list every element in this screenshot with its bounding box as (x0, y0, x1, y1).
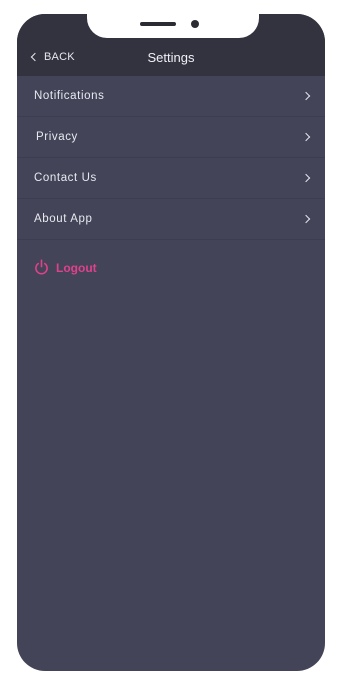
menu-item-label: Contact Us (34, 172, 97, 184)
menu-item-about-app[interactable]: About App (17, 199, 325, 240)
chevron-right-icon (301, 173, 311, 183)
power-icon (35, 259, 48, 275)
chevron-right-icon (301, 132, 311, 142)
menu-item-label: Notifications (34, 90, 105, 102)
device-notch (87, 14, 259, 38)
settings-menu: Notifications Privacy Contact Us About A… (17, 76, 325, 240)
menu-item-contact-us[interactable]: Contact Us (17, 158, 325, 199)
menu-item-label: About App (34, 213, 93, 225)
phone-frame: BACK Settings Notifications Privacy Cont… (17, 14, 325, 671)
menu-item-notifications[interactable]: Notifications (17, 76, 325, 117)
logout-label: Logout (56, 260, 97, 275)
logout-button[interactable]: Logout (34, 259, 97, 276)
camera-icon (191, 20, 199, 28)
chevron-right-icon (301, 214, 311, 224)
chevron-right-icon (301, 91, 311, 101)
menu-item-privacy[interactable]: Privacy (17, 117, 325, 158)
menu-item-label: Privacy (36, 131, 78, 143)
speaker-icon (140, 22, 176, 26)
page-title: Settings (147, 50, 195, 65)
